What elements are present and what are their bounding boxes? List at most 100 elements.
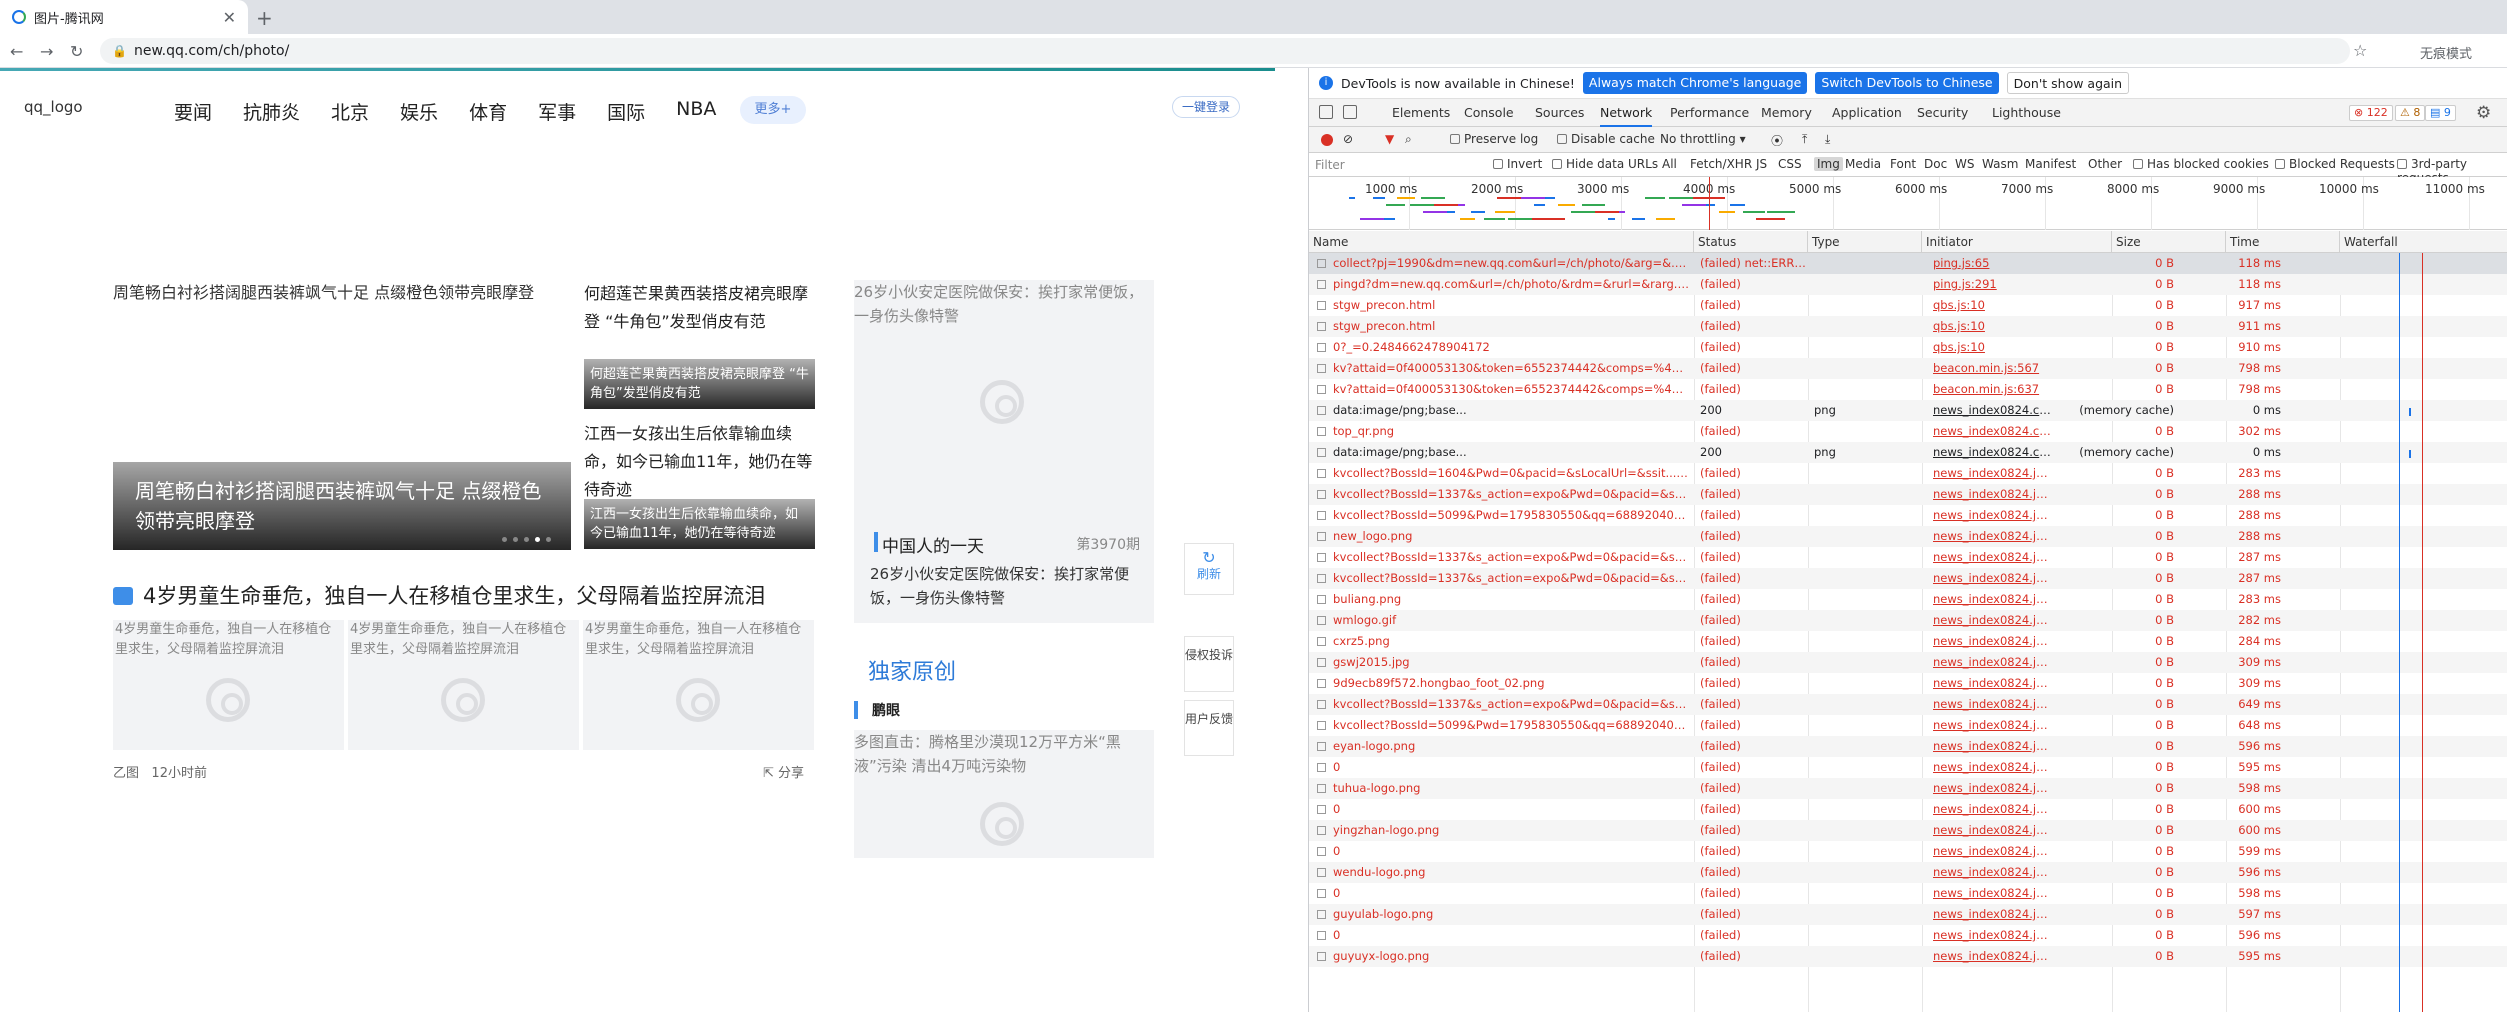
nav-item[interactable]: NBA xyxy=(676,98,716,125)
gallery-thumb[interactable]: 4岁男童生命垂危，独自一人在移植仓里求生，父母隔着监控屏流泪 xyxy=(113,620,344,750)
login-button[interactable]: 一键登录 xyxy=(1172,96,1240,118)
tab-elements[interactable]: Elements xyxy=(1392,99,1450,127)
request-row[interactable]: 0?_=0.2484662478904172 (failed) qbs.js:10 0… xyxy=(1309,337,2507,358)
match-language-button[interactable]: Always match Chrome's language xyxy=(1582,72,1808,94)
warning-count-badge[interactable]: ⚠ 8 xyxy=(2395,105,2426,121)
request-row[interactable]: 0 (failed) news_index0824.js:2 0 B 595 ms xyxy=(1309,757,2507,778)
request-initiator[interactable]: qbs.js:10 xyxy=(1933,295,2051,316)
request-initiator[interactable]: news_index0824.js:2 xyxy=(1933,631,2051,652)
column-feature-image[interactable]: 多图直击：腾格里沙漠现12万平方米“黑液”污染 清出4万吨污染物 xyxy=(854,730,1154,858)
request-initiator[interactable]: news_index0824.js:2 xyxy=(1933,862,2051,883)
side-slide-1[interactable]: 何超莲芒果黄西装搭皮裙亮眼摩登 “牛角包”发型俏皮有范 何超莲芒果黄西装搭皮裙亮… xyxy=(584,280,815,409)
type-filter-font[interactable]: Font xyxy=(1890,157,1916,171)
request-row[interactable]: kvcollect?BossId=1337&s_action=expo&Pwd=… xyxy=(1309,484,2507,505)
forward-icon[interactable]: → xyxy=(40,42,53,61)
request-initiator[interactable]: news_index0824.js:2 xyxy=(1933,715,2051,736)
request-row[interactable]: stgw_precon.html (failed) qbs.js:10 0 B 911 … xyxy=(1309,316,2507,337)
request-row[interactable]: yingzhan-logo.png (failed) news_index0824.… xyxy=(1309,820,2507,841)
request-initiator[interactable]: news_index0824.js:2 xyxy=(1933,547,2051,568)
request-initiator[interactable]: news_index0824.css xyxy=(1933,400,2051,421)
section-title[interactable]: 独家原创 xyxy=(868,654,956,686)
request-row[interactable]: 0 (failed) news_index0824.js:2 0 B 599 ms xyxy=(1309,841,2507,862)
tab-security[interactable]: Security xyxy=(1917,99,1968,127)
request-initiator[interactable]: qbs.js:10 xyxy=(1933,316,2051,337)
new-tab-icon[interactable]: + xyxy=(256,6,273,30)
blocked-cookies-checkbox[interactable]: Has blocked cookies xyxy=(2133,157,2269,171)
request-initiator[interactable]: news_index0824.js:2 xyxy=(1933,568,2051,589)
settings-gear-icon[interactable]: ⚙ xyxy=(2476,103,2491,123)
clear-icon[interactable]: ⊘ xyxy=(1343,132,1353,146)
tab-network[interactable]: Network xyxy=(1600,99,1653,127)
request-initiator[interactable]: news_index0824.js:2 xyxy=(1933,610,2051,631)
message-count-badge[interactable]: ▤ 9 xyxy=(2425,105,2456,121)
slide-dot[interactable] xyxy=(524,537,529,542)
tab-console[interactable]: Console xyxy=(1464,99,1514,127)
type-filter-ws[interactable]: WS xyxy=(1955,157,1974,171)
export-har-icon[interactable]: ⤓ xyxy=(1825,132,1830,147)
request-row[interactable]: gswj2015.jpg (failed) news_index0824.js:2 0… xyxy=(1309,652,2507,673)
request-initiator[interactable]: news_index0824.js:2 xyxy=(1933,694,2051,715)
request-row[interactable]: collect?pj=1990&dm=new.qq.com&url=/ch/ph… xyxy=(1309,253,2507,274)
request-row[interactable]: kvcollect?BossId=1337&s_action=expo&Pwd=… xyxy=(1309,547,2507,568)
type-filter-other[interactable]: Other xyxy=(2088,157,2122,171)
request-initiator[interactable]: news_index0824.js:2 xyxy=(1933,526,2051,547)
type-filter-media[interactable]: Media xyxy=(1845,157,1881,171)
request-initiator[interactable]: news_index0824.js:2 xyxy=(1933,757,2051,778)
report-button[interactable]: 侵权投诉 xyxy=(1184,636,1234,692)
disable-cache-checkbox[interactable]: Disable cache xyxy=(1557,132,1655,146)
request-initiator[interactable]: news_index0824.css xyxy=(1933,442,2051,463)
tab-lighthouse[interactable]: Lighthouse xyxy=(1992,99,2061,127)
request-row[interactable]: kvcollect?BossId=5099&Pwd=1795830550&qq=… xyxy=(1309,715,2507,736)
request-row[interactable]: 0 (failed) news_index0824.js:2 0 B 598 ms xyxy=(1309,883,2507,904)
request-initiator[interactable]: beacon.min.js:567 xyxy=(1933,358,2051,379)
throttling-select[interactable]: No throttling ▾ xyxy=(1660,132,1746,146)
nav-item[interactable]: 体育 xyxy=(469,98,507,125)
close-tab-icon[interactable]: ✕ xyxy=(223,8,236,27)
tab-memory[interactable]: Memory xyxy=(1761,99,1812,127)
request-initiator[interactable]: news_index0824.js:2 xyxy=(1933,841,2051,862)
request-row[interactable]: 9d9ecb89f572.hongbao_foot_02.png (failed)… xyxy=(1309,673,2507,694)
article-headline[interactable]: 4岁男童生命垂危，独自一人在移植仓里求生，父母隔着监控屏流泪 xyxy=(113,580,765,610)
side-slide-2[interactable]: 江西一女孩出生后依靠输血续命，如今已输血11年，她仍在等待奇迹 江西一女孩出生后… xyxy=(584,420,815,549)
device-toolbar-icon[interactable] xyxy=(1343,105,1357,119)
request-row[interactable]: kvcollect?BossId=5099&Pwd=1795830550&qq=… xyxy=(1309,505,2507,526)
request-initiator[interactable]: news_index0824.js:2 xyxy=(1933,883,2051,904)
request-row[interactable]: new_logo.png (failed) news_index0824.js:2 0… xyxy=(1309,526,2507,547)
slide-dot[interactable] xyxy=(513,537,518,542)
request-initiator[interactable]: news_index0824.js:2 xyxy=(1933,589,2051,610)
request-row[interactable]: wendu-logo.png (failed) news_index0824.js:… xyxy=(1309,862,2507,883)
request-initiator[interactable]: qbs.js:10 xyxy=(1933,337,2051,358)
type-filter-js[interactable]: JS xyxy=(1756,157,1767,171)
request-row[interactable]: guyulab-logo.png (failed) news_index0824.j… xyxy=(1309,904,2507,925)
inspect-element-icon[interactable] xyxy=(1319,105,1333,119)
browser-tab[interactable]: 图片-腾讯网 ✕ xyxy=(0,0,248,34)
request-row[interactable]: kv?attaid=0f400053130&token=6552374442&c… xyxy=(1309,358,2507,379)
request-initiator[interactable]: beacon.min.js:637 xyxy=(1933,379,2051,400)
request-row[interactable]: 0 (failed) news_index0824.js:2 0 B 596 ms xyxy=(1309,925,2507,946)
preserve-log-checkbox[interactable]: Preserve log xyxy=(1450,132,1538,146)
timeline-overview[interactable]: 1000 ms 2000 ms 3000 ms 4000 ms 5000 ms 6000 … xyxy=(1309,177,2507,230)
request-initiator[interactable]: news_index0824.js:2 xyxy=(1933,736,2051,757)
back-icon[interactable]: ← xyxy=(10,42,23,61)
request-row[interactable]: kvcollect?BossId=1337&s_action=expo&Pwd=… xyxy=(1309,694,2507,715)
slide-dot[interactable] xyxy=(502,537,507,542)
column-waterfall[interactable]: Waterfall xyxy=(2340,231,2507,253)
nav-item[interactable]: 北京 xyxy=(331,98,369,125)
column-size[interactable]: Size xyxy=(2112,231,2226,253)
slide-dot-active[interactable] xyxy=(535,537,540,542)
request-initiator[interactable]: news_index0824.js:2 xyxy=(1933,904,2051,925)
request-initiator[interactable]: news_index0824.js:2 xyxy=(1933,505,2051,526)
gallery-thumb[interactable]: 4岁男童生命垂危，独自一人在移植仓里求生，父母隔着监控屏流泪 xyxy=(583,620,814,750)
request-initiator[interactable]: news_index0824.js:2 xyxy=(1933,820,2051,841)
nav-item[interactable]: 军事 xyxy=(538,98,576,125)
type-filter-img[interactable]: Img xyxy=(1814,157,1843,171)
column-type[interactable]: Type xyxy=(1808,231,1922,253)
request-row[interactable]: tuhua-logo.png (failed) news_index0824.js:… xyxy=(1309,778,2507,799)
filter-input[interactable]: Filter xyxy=(1315,157,1489,173)
column-title[interactable]: 鹏眼 xyxy=(854,700,900,720)
request-row[interactable]: buliang.png (failed) news_index0824.js:2 0 … xyxy=(1309,589,2507,610)
slideshow-main[interactable]: 周笔畅白衬衫搭阔腿西装裤飒气十足 点缀橙色领带亮眼摩登 周笔畅白衬衫搭阔腿西装裤… xyxy=(113,280,571,550)
nav-item[interactable]: 娱乐 xyxy=(400,98,438,125)
type-filter-css[interactable]: CSS xyxy=(1778,157,1802,171)
hide-data-urls-checkbox[interactable]: Hide data URLs xyxy=(1552,157,1658,171)
